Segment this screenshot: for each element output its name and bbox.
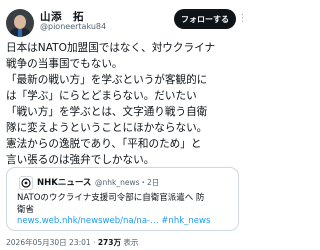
tweet-text: 日本はNATO加盟国ではなく、対ウクライナ 戦争の当事国でもない。 「最新の戦い… <box>6 40 240 168</box>
quoted-tweet-card[interactable]: NHKニュース @nhk_news・2日 NATOのウクライナ支援司令部に自衛官… <box>6 167 239 231</box>
tweet-line: 憲法からの逸脱であり、「平和のため」と <box>6 138 202 150</box>
quoted-link[interactable]: news.web.nhk/newsweb/na/na-… <box>17 216 159 226</box>
avatar-face <box>14 15 26 29</box>
user-handle[interactable]: @pioneertaku84 <box>40 22 106 31</box>
tweet-line: は「学ぶ」にらとどまらない。だいたい <box>6 90 197 102</box>
avatar-tie <box>18 29 22 37</box>
quoted-hashtag[interactable]: #nhk_news <box>159 216 210 226</box>
footer-separator: · <box>90 238 98 247</box>
avatar[interactable] <box>6 9 34 37</box>
tweet-line: 戦争の当事国でもない。 <box>6 58 123 70</box>
quoted-text: NATOのウクライナ支援司令部に自衛官派遣へ 防 衛省 news.web.nhk… <box>17 193 235 228</box>
follow-button[interactable]: フォローする <box>174 9 236 29</box>
quoted-source-meta: @nhk_news・2日 <box>95 177 159 188</box>
nhk-logo-icon <box>19 176 33 190</box>
tweet-line: 隊に変えようということにほかならない。 <box>6 122 208 134</box>
tweet-line: 「戦い方」を学ぶとは、文字通り戦う自衛 <box>6 106 208 118</box>
quoted-source-name[interactable]: NHKニュース <box>37 176 91 188</box>
views-label: 表示 <box>120 238 139 247</box>
quoted-source-handle: @nhk_news <box>95 178 140 187</box>
timestamp[interactable]: 2026年05月30日 23:01 <box>6 238 91 247</box>
tweet-footer: 2026年05月30日 23:01 · 273万 表示 <box>6 237 138 248</box>
views-count: 273万 <box>97 238 121 247</box>
quoted-source-date: ・2日 <box>139 178 160 187</box>
quoted-text-line: 衛省 <box>17 204 35 215</box>
tweet-line: 「最新の戦い方」を学ぶというが客観的に <box>6 74 208 86</box>
more-options-icon[interactable]: ⋮ <box>238 13 243 25</box>
tweet-line: 日本はNATO加盟国ではなく、対ウクライナ <box>6 42 216 54</box>
quoted-text-line: NATOのウクライナ支援司令部に自衛官派遣へ 防 <box>17 193 205 203</box>
tweet-line: 言い張るのは強弁でしかない。 <box>6 154 155 166</box>
